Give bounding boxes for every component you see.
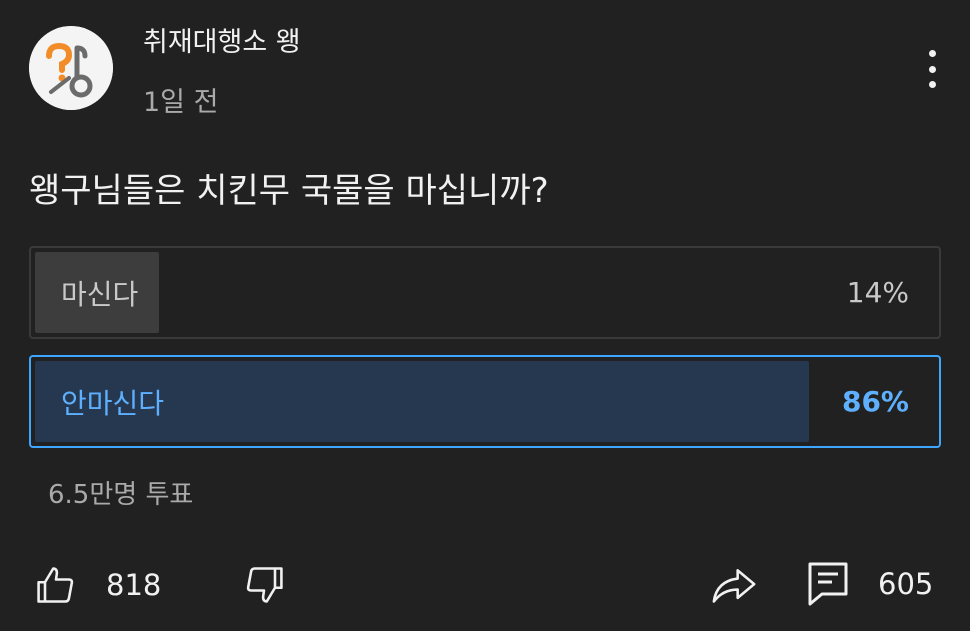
- poll-option-label: 마신다: [61, 277, 139, 311]
- vote-count: 6.5만명 투표: [48, 480, 194, 510]
- poll-option-percent: 86%: [841, 385, 909, 418]
- like-button[interactable]: 818: [34, 563, 161, 607]
- community-post: 취재대행소 왱 1일 전 왱구님들은 치킨무 국물을 마십니까? 마신다 14%…: [0, 0, 970, 631]
- post-time[interactable]: 1일 전: [143, 80, 218, 119]
- channel-logo-icon: [29, 26, 113, 110]
- more-vert-icon: [928, 65, 936, 73]
- poll-option-1[interactable]: 마신다 14%: [29, 246, 941, 339]
- poll-option-label: 안마신다: [61, 386, 165, 420]
- thumbs-up-icon: [37, 567, 74, 603]
- poll-option-2[interactable]: 안마신다 86%: [29, 355, 941, 448]
- poll-question: 왱구님들은 치킨무 국물을 마십니까?: [29, 171, 549, 211]
- comment-count: 605: [878, 567, 934, 601]
- channel-avatar[interactable]: [29, 26, 113, 110]
- comment-icon: [808, 562, 848, 606]
- more-vert-icon: [928, 50, 936, 57]
- like-count: 818: [106, 568, 162, 602]
- more-options-button[interactable]: [912, 46, 952, 92]
- more-vert-icon: [928, 81, 936, 88]
- share-icon: [712, 569, 756, 603]
- thumbs-down-icon: [246, 567, 283, 603]
- poll-option-percent: 14%: [846, 276, 909, 309]
- channel-name[interactable]: 취재대행소 왱: [143, 20, 301, 59]
- share-button[interactable]: [709, 563, 759, 607]
- dislike-button[interactable]: [241, 563, 287, 607]
- comment-button[interactable]: 605: [806, 560, 933, 608]
